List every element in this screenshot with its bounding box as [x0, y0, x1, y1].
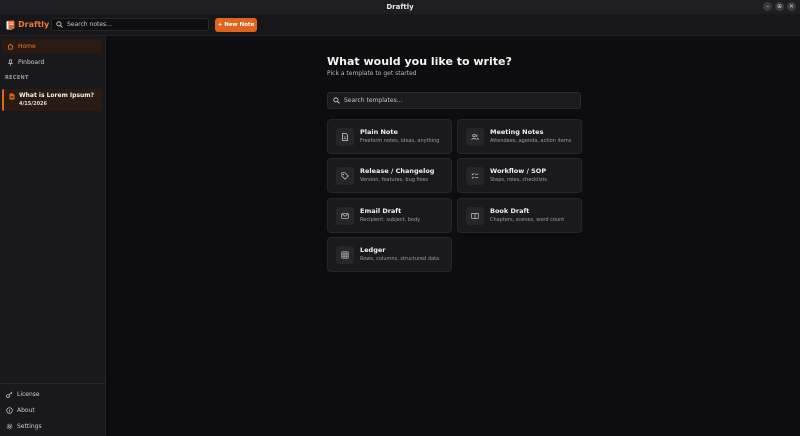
grid-icon-box: [336, 246, 354, 264]
template-description: Freeform notes, ideas, anything: [360, 138, 440, 144]
toolbar: Draftly + New Note: [0, 14, 800, 36]
template-card-ledger[interactable]: Ledger Rows, columns, structured data: [327, 237, 452, 272]
window-controls: – ⊕ ✕: [763, 2, 796, 11]
title-bar: Draftly – ⊕ ✕: [0, 0, 800, 14]
template-description: Rows, columns, structured data: [360, 256, 440, 262]
minimize-button[interactable]: –: [763, 2, 772, 11]
book-icon-box: [466, 207, 484, 225]
template-name: Book Draft: [490, 207, 530, 215]
key-icon: [6, 391, 13, 398]
template-card-email-draft[interactable]: Email Draft Recipient, subject, body: [327, 198, 452, 233]
sidebar-item-label: Settings: [17, 423, 42, 430]
sidebar-item-home[interactable]: Home: [2, 39, 102, 53]
template-name: Meeting Notes: [490, 128, 544, 136]
template-card-release-changelog[interactable]: Release / Changelog Version, features, b…: [327, 158, 452, 193]
search-icon: [56, 21, 63, 28]
sidebar-item-label: Pinboard: [18, 58, 45, 66]
template-description: Recipient, subject, body: [360, 217, 421, 223]
document-icon-box: [336, 128, 354, 146]
sidebar-item-license[interactable]: License: [6, 391, 40, 398]
recent-section-label: RECENT: [5, 75, 29, 81]
document-icon: [342, 133, 348, 141]
new-note-button[interactable]: + New Note: [215, 17, 257, 32]
sidebar: Home Pinboard RECENT What is Lorem Ipsum…: [0, 36, 106, 436]
template-card-meeting-notes[interactable]: Meeting Notes Attendees, agenda, action …: [457, 119, 582, 154]
template-name: Plain Note: [360, 128, 398, 136]
main-content: What would you like to write? Pick a tem…: [106, 36, 800, 436]
people-icon: [471, 133, 479, 141]
recent-note-item[interactable]: What is Lorem Ipsum? 4/15/2026: [2, 89, 102, 111]
home-icon: [7, 43, 14, 50]
template-description: Chapters, scenes, word count: [490, 217, 565, 223]
template-search-box[interactable]: [327, 92, 581, 109]
brand: Draftly: [6, 20, 50, 30]
template-name: Release / Changelog: [360, 167, 435, 175]
checklist-icon: [471, 173, 479, 179]
mail-icon-box: [336, 207, 354, 225]
recent-note-title: What is Lorem Ipsum?: [19, 92, 95, 99]
template-description: Attendees, agenda, action items: [490, 138, 572, 144]
sidebar-item-settings[interactable]: Settings: [6, 423, 42, 430]
tag-icon-box: [336, 167, 354, 185]
maximize-button[interactable]: ⊕: [775, 2, 784, 11]
template-card-book-draft[interactable]: Book Draft Chapters, scenes, word count: [457, 198, 582, 233]
window-title: Draftly: [386, 3, 414, 11]
template-search-input[interactable]: [344, 97, 574, 104]
sidebar-item-label: Home: [18, 42, 36, 50]
search-icon: [333, 97, 340, 104]
recent-note-date: 4/15/2026: [19, 101, 48, 107]
search-box[interactable]: [51, 18, 209, 31]
sidebar-footer: License About Settings: [0, 383, 105, 430]
logo-icon: [6, 20, 15, 29]
tag-icon: [341, 172, 349, 180]
grid-icon: [341, 251, 349, 259]
gear-icon: [6, 423, 13, 430]
page-title: What would you like to write?: [327, 55, 512, 68]
template-card-plain-note[interactable]: Plain Note Freeform notes, ideas, anythi…: [327, 119, 452, 154]
brand-name: Draftly: [18, 20, 50, 29]
document-icon: [9, 93, 15, 100]
sidebar-item-label: About: [17, 407, 35, 414]
search-input[interactable]: [67, 21, 207, 28]
people-icon-box: [466, 128, 484, 146]
template-description: Steps, roles, checklists: [490, 177, 548, 183]
page-subtitle: Pick a template to get started: [327, 70, 417, 77]
sidebar-item-about[interactable]: About: [6, 407, 35, 414]
template-name: Ledger: [360, 246, 386, 254]
book-icon: [471, 213, 479, 220]
template-card-workflow-sop[interactable]: Workflow / SOP Steps, roles, checklists: [457, 158, 582, 193]
info-icon: [6, 407, 13, 414]
template-name: Workflow / SOP: [490, 167, 547, 175]
mail-icon: [341, 213, 349, 219]
template-name: Email Draft: [360, 207, 402, 215]
close-button[interactable]: ✕: [787, 2, 796, 11]
checklist-icon-box: [466, 167, 484, 185]
template-description: Version, features, bug fixes: [360, 177, 429, 183]
pin-icon: [8, 59, 13, 66]
sidebar-item-pinboard[interactable]: Pinboard: [2, 55, 102, 69]
sidebar-item-label: License: [17, 391, 40, 398]
